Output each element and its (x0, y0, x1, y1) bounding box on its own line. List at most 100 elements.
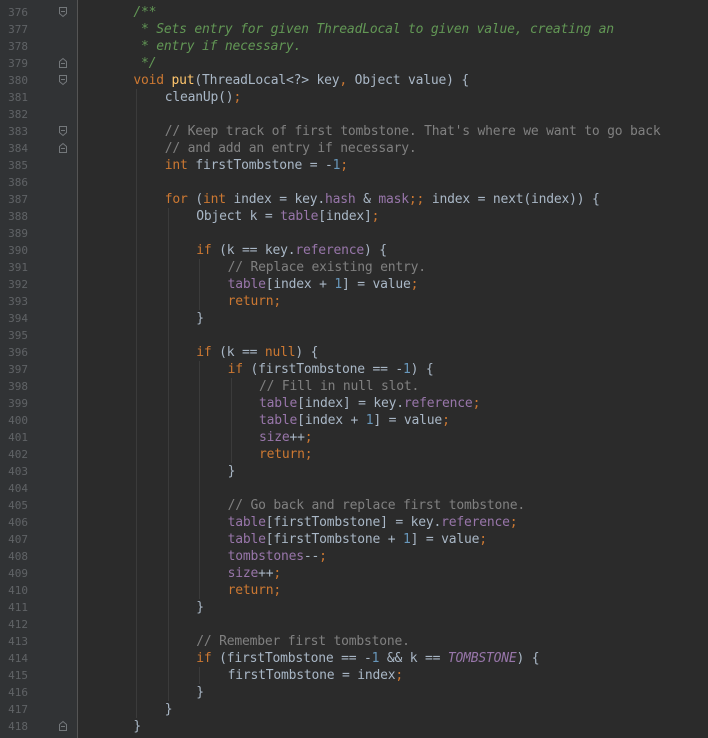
code-token: (ThreadLocal<?> key (194, 73, 340, 88)
fold-end-icon[interactable] (58, 142, 68, 154)
code-text[interactable]: } (196, 310, 204, 327)
code-line[interactable]: 402 return; (0, 446, 708, 463)
code-text[interactable]: if (k == key.reference) { (196, 242, 387, 259)
code-line[interactable]: 408 tombstones--; (0, 548, 708, 565)
code-line[interactable]: 400 table[index + 1] = value; (0, 412, 708, 429)
code-text[interactable]: // and add an entry if necessary. (165, 140, 417, 157)
code-line[interactable]: 390 if (k == key.reference) { (0, 242, 708, 259)
code-text[interactable]: cleanUp(); (165, 89, 241, 106)
code-line[interactable]: 391 // Replace existing entry. (0, 259, 708, 276)
fold-start-icon[interactable] (58, 125, 68, 137)
code-text[interactable]: int firstTombstone = -1; (165, 157, 348, 174)
code-text[interactable]: } (228, 463, 236, 480)
code-line[interactable]: 376 /** (0, 4, 708, 21)
code-line[interactable]: 398 // Fill in null slot. (0, 378, 708, 395)
code-line[interactable]: 412 (0, 616, 708, 633)
code-line[interactable]: 406 table[firstTombstone] = key.reference… (0, 514, 708, 531)
code-text[interactable]: table[index + 1] = value; (228, 276, 419, 293)
fold-start-icon[interactable] (58, 74, 68, 86)
code-line[interactable]: 377 * Sets entry for given ThreadLocal t… (0, 21, 708, 38)
code-line[interactable]: 382 (0, 106, 708, 123)
line-number: 412 (8, 618, 28, 631)
code-line[interactable]: 411} (0, 599, 708, 616)
code-editor[interactable]: 376/** 377 * Sets entry for given ThreadL… (0, 0, 708, 738)
code-line[interactable]: 389 (0, 225, 708, 242)
code-text[interactable]: } (165, 701, 173, 718)
code-token: table (227, 515, 266, 530)
code-line[interactable]: 404 (0, 480, 708, 497)
code-line[interactable]: 381 cleanUp(); (0, 89, 708, 106)
code-token: } (227, 464, 236, 479)
code-line[interactable]: 395 (0, 327, 708, 344)
code-text[interactable]: void put(ThreadLocal<?> key, Object valu… (133, 72, 469, 89)
code-text[interactable]: if (k == null) { (196, 344, 318, 361)
code-line[interactable]: 416} (0, 684, 708, 701)
code-text[interactable]: if (firstTombstone == -1) { (228, 361, 434, 378)
code-text[interactable]: * Sets entry for given ThreadLocal to gi… (133, 21, 614, 38)
code-line[interactable]: 385 int firstTombstone = -1; (0, 157, 708, 174)
code-text[interactable]: size++; (228, 565, 282, 582)
code-token: // Keep track of first tombstone. That's… (164, 124, 661, 139)
code-text[interactable]: table[index] = key.reference; (259, 395, 480, 412)
code-line[interactable]: 410 return; (0, 582, 708, 599)
code-line[interactable]: 378 * entry if necessary. (0, 38, 708, 55)
code-text[interactable]: // Go back and replace first tombstone. (228, 497, 526, 514)
code-token: firstTombstone = - (195, 158, 333, 173)
code-line[interactable]: 383 // Keep track of first tombstone. Tha… (0, 123, 708, 140)
code-token: table (259, 413, 298, 428)
code-text[interactable]: */ (133, 55, 156, 72)
code-line[interactable]: 414 if (firstTombstone == -1 && k == TOMB… (0, 650, 708, 667)
code-text[interactable]: return; (259, 446, 313, 463)
fold-end-icon[interactable] (58, 720, 68, 732)
code-line[interactable]: 409 size++; (0, 565, 708, 582)
code-line[interactable]: 384 // and add an entry if necessary. (0, 140, 708, 157)
code-text[interactable]: // Keep track of first tombstone. That's… (165, 123, 661, 140)
code-line[interactable]: 387 for (int index = key.hash & mask;; in… (0, 191, 708, 208)
code-text[interactable]: size++; (259, 429, 313, 446)
line-number: 403 (8, 465, 28, 478)
code-line[interactable]: 405 // Go back and replace first tombston… (0, 497, 708, 514)
code-line[interactable]: 403} (0, 463, 708, 480)
code-token: -- (303, 549, 320, 564)
code-line[interactable]: 379 */ (0, 55, 708, 72)
code-text[interactable]: table[index + 1] = value; (259, 412, 450, 429)
code-text[interactable]: // Fill in null slot. (259, 378, 419, 395)
code-line[interactable]: 415 firstTombstone = index; (0, 667, 708, 684)
code-line[interactable]: 392 table[index + 1] = value; (0, 276, 708, 293)
code-text[interactable]: tombstones--; (228, 548, 327, 565)
code-line[interactable]: 418} (0, 718, 708, 735)
code-token: if (227, 362, 251, 377)
code-text[interactable]: } (196, 599, 204, 616)
code-line[interactable]: 380 void put(ThreadLocal<?> key, Object v… (0, 72, 708, 89)
line-number: 384 (8, 142, 28, 155)
code-line[interactable]: 388 Object k = table[index]; (0, 208, 708, 225)
code-line[interactable]: 407 table[firstTombstone + 1] = value; (0, 531, 708, 548)
code-text[interactable]: for (int index = key.hash & mask;; index… (165, 191, 600, 208)
code-text[interactable]: // Remember first tombstone. (196, 633, 410, 650)
code-line[interactable]: 386 (0, 174, 708, 191)
code-line[interactable]: 394} (0, 310, 708, 327)
code-text[interactable]: return; (228, 293, 282, 310)
code-text[interactable]: return; (228, 582, 282, 599)
code-text[interactable]: // Replace existing entry. (228, 259, 426, 276)
code-line[interactable]: 399 table[index] = key.reference; (0, 395, 708, 412)
code-text[interactable]: } (196, 684, 204, 701)
fold-end-icon[interactable] (58, 57, 68, 69)
code-text[interactable]: Object k = table[index]; (196, 208, 379, 225)
code-line[interactable]: 396 if (k == null) { (0, 344, 708, 361)
code-line[interactable]: 401 size++; (0, 429, 708, 446)
code-text[interactable]: } (133, 718, 141, 735)
code-line[interactable]: 417} (0, 701, 708, 718)
code-text[interactable]: table[firstTombstone + 1] = value; (228, 531, 488, 548)
line-number: 406 (8, 516, 28, 529)
code-text[interactable]: table[firstTombstone] = key.reference; (228, 514, 518, 531)
fold-start-icon[interactable] (58, 6, 68, 18)
code-line[interactable]: 397 if (firstTombstone == -1) { (0, 361, 708, 378)
code-text[interactable]: * entry if necessary. (133, 38, 301, 55)
code-text[interactable]: /** (133, 4, 156, 21)
code-text[interactable]: firstTombstone = index; (228, 667, 404, 684)
code-line[interactable]: 393 return; (0, 293, 708, 310)
code-line[interactable]: 413 // Remember first tombstone. (0, 633, 708, 650)
code-text[interactable]: if (firstTombstone == -1 && k == TOMBSTO… (196, 650, 539, 667)
code-token: ; (273, 566, 282, 581)
